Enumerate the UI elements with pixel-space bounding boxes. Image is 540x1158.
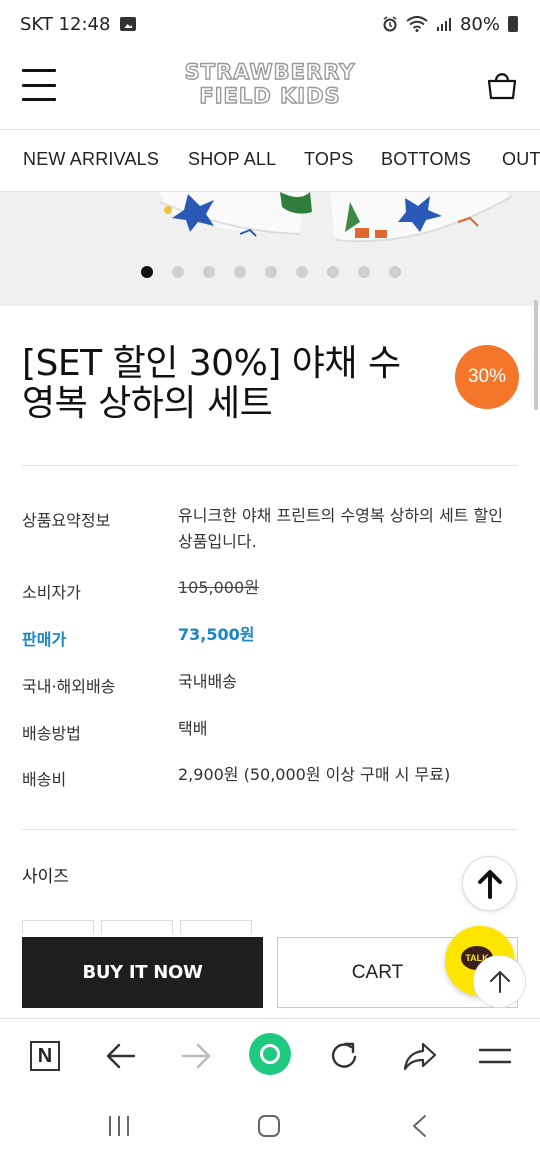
- shipping-fee-value: 2,900원 (50,000원 이상 구매 시 무료): [178, 765, 451, 784]
- battery-percent: 80%: [459, 13, 500, 35]
- carousel-dots: [141, 266, 401, 278]
- back-arrow-icon: [106, 1043, 136, 1069]
- carousel-dot[interactable]: [389, 266, 401, 278]
- sale-price-value: 73,500원: [178, 625, 255, 644]
- carousel-dot[interactable]: [327, 266, 339, 278]
- browser-toolbar: N: [0, 1018, 540, 1094]
- divider: [22, 465, 518, 466]
- back-icon[interactable]: [410, 1114, 428, 1138]
- shopping-bag-icon[interactable]: [486, 68, 518, 100]
- size-option[interactable]: [101, 920, 173, 934]
- summary-label: 상품요약정보: [22, 511, 111, 530]
- buy-now-button[interactable]: BUY IT NOW: [22, 937, 263, 1008]
- wifi-icon: [406, 16, 428, 32]
- product-image-carousel[interactable]: [0, 192, 540, 306]
- carousel-dot[interactable]: [265, 266, 277, 278]
- arrow-up-icon: [489, 970, 510, 993]
- naver-n-icon: N: [30, 1041, 60, 1071]
- image-icon: [120, 17, 137, 31]
- shipping-region-value: 국내배송: [178, 672, 237, 691]
- cart-label: CART: [351, 961, 404, 983]
- carousel-dot[interactable]: [296, 266, 308, 278]
- green-home-icon[interactable]: [249, 1033, 291, 1075]
- consumer-price-value: 105,000원: [178, 578, 259, 597]
- signal-icon: [436, 18, 451, 31]
- alarm-icon: [383, 16, 397, 32]
- status-bar: SKT 12:48 80%: [0, 0, 540, 48]
- product-image: [159, 192, 513, 243]
- shipping-region-label: 국내·해외배송: [22, 677, 116, 696]
- shipping-fee-label: 배송비: [22, 770, 67, 789]
- divider: [22, 829, 518, 830]
- system-navigation-bar: [0, 1094, 540, 1158]
- forward-arrow-icon: [181, 1043, 211, 1069]
- refresh-button[interactable]: [327, 1038, 363, 1074]
- menu-icon: [478, 1048, 512, 1064]
- arrow-up-icon: [477, 869, 502, 899]
- size-label: 사이즈: [22, 867, 69, 887]
- share-button[interactable]: [402, 1038, 438, 1074]
- nav-shop-all[interactable]: SHOP ALL: [188, 149, 276, 170]
- nav-new-arrivals[interactable]: NEW ARRIVALS: [23, 149, 159, 170]
- battery-icon: [508, 16, 518, 32]
- naver-n-button[interactable]: N: [27, 1038, 63, 1074]
- consumer-price-label: 소비자가: [22, 583, 81, 602]
- site-logo[interactable]: STRAWBERRY FIELD KIDS: [170, 59, 370, 108]
- discount-badge: 30%: [455, 345, 519, 409]
- sale-price-label: 판매가: [22, 630, 67, 649]
- share-icon: [403, 1042, 437, 1071]
- category-nav: NEW ARRIVALS SHOP ALL TOPS BOTTOMS OUT: [0, 130, 540, 192]
- carousel-dot[interactable]: [172, 266, 184, 278]
- product-title: [SET 할인 30%] 야채 수영복 상하의 세트: [22, 343, 401, 424]
- back-button[interactable]: [103, 1038, 139, 1074]
- logo-line-1: STRAWBERRY: [184, 59, 356, 84]
- scroll-up-button[interactable]: [473, 955, 526, 1008]
- nav-tops[interactable]: TOPS: [304, 149, 353, 170]
- carousel-dot[interactable]: [358, 266, 370, 278]
- logo-line-2: FIELD KIDS: [199, 83, 341, 108]
- carousel-dot[interactable]: [203, 266, 215, 278]
- site-header: STRAWBERRY FIELD KIDS: [0, 48, 540, 130]
- shipping-method-value: 택배: [178, 719, 208, 738]
- nav-outer[interactable]: OUT: [502, 149, 540, 170]
- carousel-dot[interactable]: [234, 266, 246, 278]
- recents-icon[interactable]: [106, 1114, 132, 1138]
- scroll-top-button[interactable]: [462, 856, 517, 911]
- menu-button[interactable]: [477, 1038, 513, 1074]
- nav-bottoms[interactable]: BOTTOMS: [381, 149, 471, 170]
- size-option[interactable]: [22, 920, 94, 934]
- home-icon[interactable]: [257, 1114, 281, 1138]
- page-scrollbar[interactable]: [534, 300, 538, 410]
- hamburger-menu-icon[interactable]: [22, 68, 56, 102]
- size-option[interactable]: [180, 920, 252, 934]
- summary-value: 유니크한 야채 프린트의 수영복 상하의 세트 할인 상품입니다.: [178, 506, 503, 551]
- forward-button[interactable]: [178, 1038, 214, 1074]
- refresh-icon: [331, 1042, 357, 1068]
- carousel-dot[interactable]: [141, 266, 153, 278]
- shipping-method-label: 배송방법: [22, 724, 81, 743]
- carrier-time: SKT 12:48: [20, 13, 111, 35]
